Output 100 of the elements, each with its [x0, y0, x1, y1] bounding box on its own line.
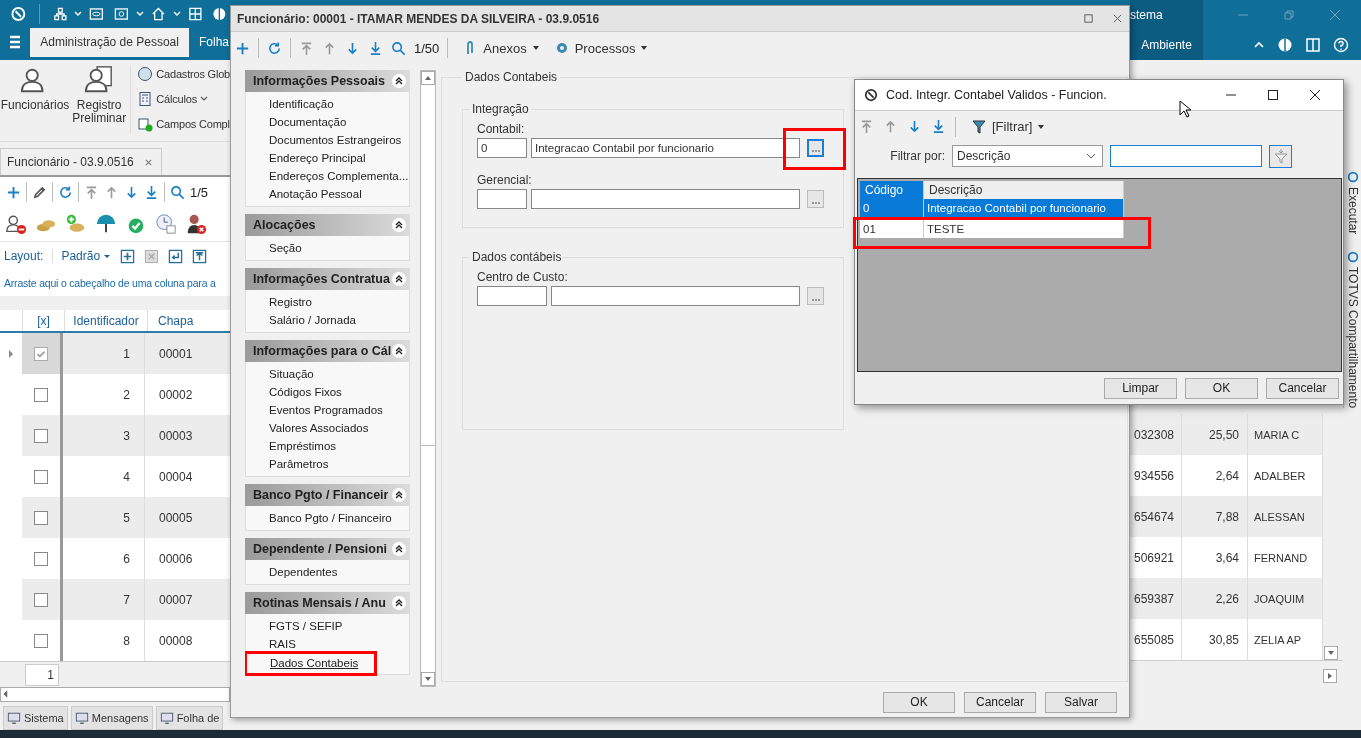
section-header[interactable]: Dependente / Pensioni	[245, 538, 410, 560]
upload-layout-icon[interactable]	[192, 248, 208, 264]
dialog-button[interactable]: Limpar	[1104, 377, 1177, 399]
grid-icon[interactable]	[187, 6, 203, 23]
collapse-icon[interactable]	[391, 73, 407, 89]
status-tab[interactable]: Folha de	[155, 706, 224, 730]
checkbox[interactable]	[34, 510, 48, 525]
panel-layout-icon[interactable]	[1305, 37, 1321, 53]
nav-link[interactable]: Situação	[246, 368, 314, 380]
description-field[interactable]	[531, 188, 800, 209]
checkbox[interactable]	[34, 428, 48, 443]
table-row[interactable]: 0 Integracao Contabil por funcionario	[860, 199, 1124, 218]
nav-link[interactable]: Registro	[246, 296, 312, 308]
checkbox[interactable]	[34, 633, 48, 648]
remove-person-icon[interactable]	[5, 213, 27, 236]
add-layout-icon[interactable]	[120, 248, 136, 264]
apply-filter-button[interactable]	[1269, 144, 1292, 168]
nav-link[interactable]: Dados Contabeis	[247, 656, 359, 669]
column-header[interactable]: Código	[860, 181, 924, 200]
filter-dropdown[interactable]: Descrição	[952, 145, 1103, 168]
scroll-right-icon[interactable]	[1323, 669, 1337, 683]
refresh-icon[interactable]	[58, 184, 73, 200]
first-record-icon[interactable]	[859, 119, 874, 135]
nav-link[interactable]: Documentos Estrangeiros	[246, 134, 402, 146]
menu-button[interactable]: Anexos	[462, 40, 540, 56]
refresh-icon[interactable]	[267, 40, 282, 56]
section-header[interactable]: Informações Pessoais	[245, 70, 410, 92]
filter-field[interactable]	[1110, 145, 1262, 168]
checkbox[interactable]	[34, 387, 48, 402]
collapse-icon[interactable]	[391, 217, 407, 233]
menu-button[interactable]: Processos	[553, 40, 649, 56]
nav-link[interactable]: Anotação Pessoal	[246, 188, 362, 200]
row-selector-cell[interactable]	[22, 497, 63, 539]
person-delete-icon[interactable]	[185, 213, 207, 236]
ribbon-tab[interactable]: Administração de Pessoal	[30, 28, 189, 57]
scroll-down-icon[interactable]	[1324, 646, 1338, 660]
nav-link[interactable]: Endereços Complementa...	[246, 170, 409, 182]
pencil-icon[interactable]	[32, 184, 47, 200]
home-icon[interactable]	[150, 6, 166, 23]
nav-link[interactable]: Seção	[246, 242, 302, 254]
eye-icon[interactable]	[89, 6, 105, 23]
network-icon[interactable]	[52, 6, 68, 23]
nav-link[interactable]: Empréstimos	[246, 440, 337, 452]
dialog-button[interactable]: OK	[883, 691, 955, 713]
ribbon-tab[interactable]: Ambiente	[1130, 30, 1203, 60]
checkbox[interactable]	[34, 469, 48, 484]
ribbon-button[interactable]: Cadastros Glob	[137, 64, 230, 84]
last-record-icon[interactable]	[931, 119, 946, 135]
collapse-icon[interactable]	[391, 541, 407, 557]
add-icon[interactable]	[6, 184, 21, 200]
document-tab[interactable]: Funcionário - 03.9.0516	[0, 148, 162, 176]
code-field[interactable]	[477, 285, 547, 306]
code-field[interactable]	[477, 188, 527, 209]
row-selector-cell[interactable]	[22, 333, 63, 375]
nav-link[interactable]: Parâmetros	[246, 458, 329, 470]
lookup-button[interactable]	[807, 286, 824, 305]
logo-icon[interactable]	[11, 6, 26, 23]
add-icon[interactable]	[235, 40, 250, 56]
row-selector-cell[interactable]	[22, 579, 63, 621]
first-record-icon[interactable]	[299, 40, 314, 56]
nav-link[interactable]: Valores Associados	[246, 422, 369, 434]
description-field[interactable]: Integracao Contabil por funcionario	[531, 137, 800, 158]
globe-icon[interactable]	[1277, 37, 1293, 53]
collapse-icon[interactable]	[391, 487, 407, 503]
nav-link[interactable]: Endereço Principal	[246, 152, 366, 164]
collapse-icon[interactable]	[391, 343, 407, 359]
refresh-window-icon[interactable]	[114, 6, 129, 23]
clock-calendar-icon[interactable]	[155, 213, 177, 236]
checkbox[interactable]	[34, 592, 48, 607]
code-field[interactable]: 0	[477, 137, 527, 158]
nav-link[interactable]: FGTS / SEFIP	[246, 620, 343, 632]
nav-link[interactable]: Salário / Jornada	[246, 314, 356, 326]
lookup-button[interactable]	[807, 138, 824, 157]
checkbox[interactable]	[34, 346, 48, 361]
description-field[interactable]	[551, 285, 800, 306]
nav-link[interactable]: Identificação	[246, 98, 334, 110]
status-tab[interactable]: Sistema	[3, 706, 68, 730]
vertical-scrollbar[interactable]	[1322, 414, 1339, 660]
nav-link[interactable]: Eventos Programados	[246, 404, 383, 416]
maximize-icon[interactable]	[1267, 88, 1279, 101]
ribbon-button[interactable]: Registro Preliminar	[70, 64, 129, 125]
section-header[interactable]: Banco Pgto / Financeir	[245, 484, 410, 506]
nav-link[interactable]: RAIS	[246, 638, 296, 650]
dialog-button[interactable]: OK	[1185, 377, 1258, 399]
help-icon[interactable]	[1333, 37, 1349, 53]
close-icon[interactable]	[1309, 88, 1321, 101]
row-selector-cell[interactable]	[22, 415, 63, 457]
section-header[interactable]: Rotinas Mensais / Anu	[245, 592, 410, 614]
section-header[interactable]: Alocações	[245, 214, 410, 236]
nav-link[interactable]: Documentação	[246, 116, 347, 128]
first-record-icon[interactable]	[84, 184, 99, 200]
scroll-up-icon[interactable]	[421, 71, 435, 85]
last-record-icon[interactable]	[368, 40, 383, 56]
dialog-button[interactable]: Cancelar	[1266, 377, 1339, 399]
section-header[interactable]: Informações para o Cál	[245, 340, 410, 362]
collapse-icon[interactable]	[391, 595, 407, 611]
collapse-icon[interactable]	[391, 271, 407, 287]
layout-dropdown[interactable]: Padrão	[52, 249, 112, 264]
last-record-icon[interactable]	[144, 184, 159, 200]
lookup-button[interactable]	[807, 189, 824, 208]
